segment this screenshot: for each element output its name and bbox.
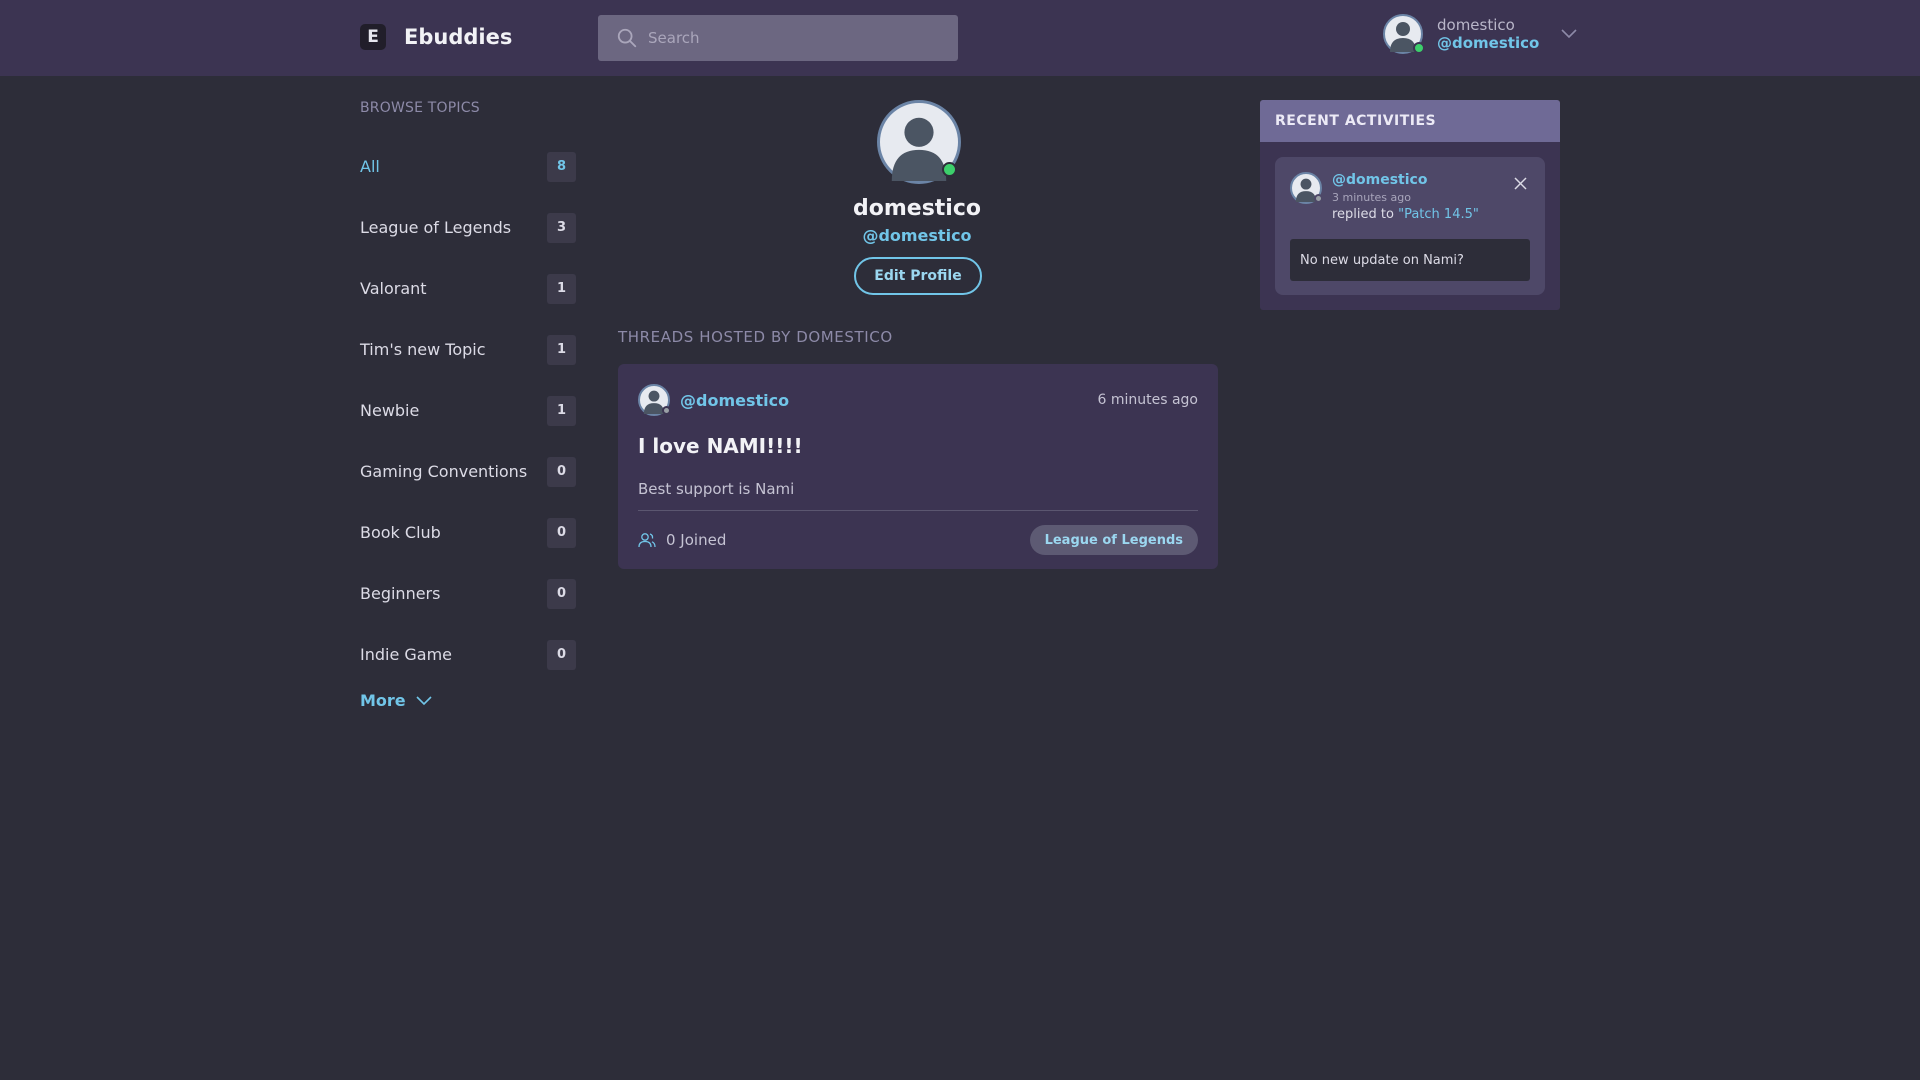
profile-name: domestico bbox=[852, 196, 981, 221]
search-input[interactable] bbox=[648, 29, 938, 47]
more-topics-button[interactable]: More bbox=[360, 691, 576, 710]
status-indicator bbox=[662, 406, 671, 415]
thread-card[interactable]: @domestico 6 minutes ago I love NAMI!!!!… bbox=[618, 364, 1218, 569]
topic-label: League of Legends bbox=[360, 218, 512, 237]
topics-sidebar: BROWSE TOPICS All 8 League of Legends 3 … bbox=[360, 100, 576, 710]
topic-count: 8 bbox=[547, 151, 576, 182]
edit-profile-button[interactable]: Edit Profile bbox=[854, 257, 982, 295]
chevron-down-icon[interactable] bbox=[1561, 29, 1577, 39]
logo-icon: E bbox=[360, 24, 386, 50]
topic-count: 0 bbox=[547, 578, 576, 609]
topic-item-book-club[interactable]: Book Club 0 bbox=[360, 502, 576, 563]
recent-activities-panel: RECENT ACTIVITIES @domestico 3 minutes a… bbox=[1260, 100, 1560, 310]
topic-item-tims-new-topic[interactable]: Tim's new Topic 1 bbox=[360, 319, 576, 380]
topic-label: Beginners bbox=[360, 584, 441, 603]
topic-item-valorant[interactable]: Valorant 1 bbox=[360, 258, 576, 319]
logo-link[interactable]: E Ebuddies bbox=[360, 24, 512, 50]
topic-count: 0 bbox=[547, 456, 576, 487]
activity-user[interactable]: @domestico bbox=[1332, 172, 1479, 189]
activity-target-link[interactable]: "Patch 14.5" bbox=[1398, 207, 1479, 222]
topic-count: 3 bbox=[547, 212, 576, 243]
thread-body: Best support is Nami bbox=[638, 480, 795, 498]
topic-item-gaming-conventions[interactable]: Gaming Conventions 0 bbox=[360, 441, 576, 502]
thread-time: 6 minutes ago bbox=[1097, 392, 1198, 408]
topic-count: 0 bbox=[547, 517, 576, 548]
activity-action: replied to bbox=[1332, 207, 1394, 222]
topic-list: All 8 League of Legends 3 Valorant 1 Tim… bbox=[360, 136, 576, 685]
topic-label: Indie Game bbox=[360, 645, 453, 664]
topic-label: Tim's new Topic bbox=[360, 340, 486, 359]
user-handle: @domestico bbox=[1437, 34, 1540, 52]
topic-item-all[interactable]: All 8 bbox=[360, 136, 576, 197]
top-header: E Ebuddies domestico @domestico bbox=[0, 0, 1920, 76]
topic-label: Book Club bbox=[360, 523, 441, 542]
search-icon bbox=[617, 28, 637, 48]
thread-author[interactable]: @domestico bbox=[638, 384, 789, 416]
search-box bbox=[598, 15, 958, 61]
threads-section-title: THREADS HOSTED BY DOMESTICO bbox=[618, 328, 893, 346]
joined-label: 0 Joined bbox=[666, 531, 727, 549]
divider bbox=[638, 510, 1198, 511]
status-indicator bbox=[1314, 194, 1323, 203]
topic-count: 1 bbox=[547, 334, 576, 365]
topic-item-league-of-legends[interactable]: League of Legends 3 bbox=[360, 197, 576, 258]
topic-item-newbie[interactable]: Newbie 1 bbox=[360, 380, 576, 441]
topic-count: 0 bbox=[547, 639, 576, 670]
topic-label: Gaming Conventions bbox=[360, 462, 528, 481]
joined-count: 0 Joined bbox=[638, 531, 726, 549]
avatar bbox=[638, 384, 671, 416]
user-menu[interactable]: domestico @domestico bbox=[1383, 14, 1577, 54]
topic-label: Valorant bbox=[360, 279, 427, 298]
close-icon[interactable] bbox=[1514, 177, 1527, 190]
thread-title[interactable]: I love NAMI!!!! bbox=[638, 434, 1198, 458]
avatar bbox=[1383, 14, 1425, 54]
topic-count: 1 bbox=[547, 395, 576, 426]
online-indicator bbox=[1413, 42, 1425, 54]
avatar bbox=[1290, 172, 1323, 204]
topic-count: 1 bbox=[547, 273, 576, 304]
online-indicator bbox=[942, 162, 957, 177]
more-label: More bbox=[360, 691, 406, 710]
thread-author-name: @domestico bbox=[680, 390, 790, 410]
profile-handle: @domestico bbox=[862, 226, 972, 245]
topic-label: All bbox=[360, 157, 380, 176]
activity-description: replied to "Patch 14.5" bbox=[1332, 206, 1479, 223]
activity-time: 3 minutes ago bbox=[1332, 191, 1411, 204]
user-name: domestico bbox=[1437, 16, 1515, 34]
activity-snippet: No new update on Nami? bbox=[1290, 239, 1530, 281]
profile-avatar bbox=[877, 100, 961, 184]
browse-topics-title: BROWSE TOPICS bbox=[360, 100, 480, 116]
topic-label: Newbie bbox=[360, 401, 420, 420]
topic-tag[interactable]: League of Legends bbox=[1029, 525, 1198, 555]
activity-item[interactable]: @domestico 3 minutes ago replied to "Pat… bbox=[1275, 157, 1545, 295]
topic-item-beginners[interactable]: Beginners 0 bbox=[360, 563, 576, 624]
app-title: Ebuddies bbox=[404, 25, 513, 49]
users-icon bbox=[638, 533, 656, 548]
recent-activities-title: RECENT ACTIVITIES bbox=[1260, 100, 1560, 142]
topic-item-indie-game[interactable]: Indie Game 0 bbox=[360, 624, 576, 685]
chevron-down-icon bbox=[416, 695, 432, 705]
